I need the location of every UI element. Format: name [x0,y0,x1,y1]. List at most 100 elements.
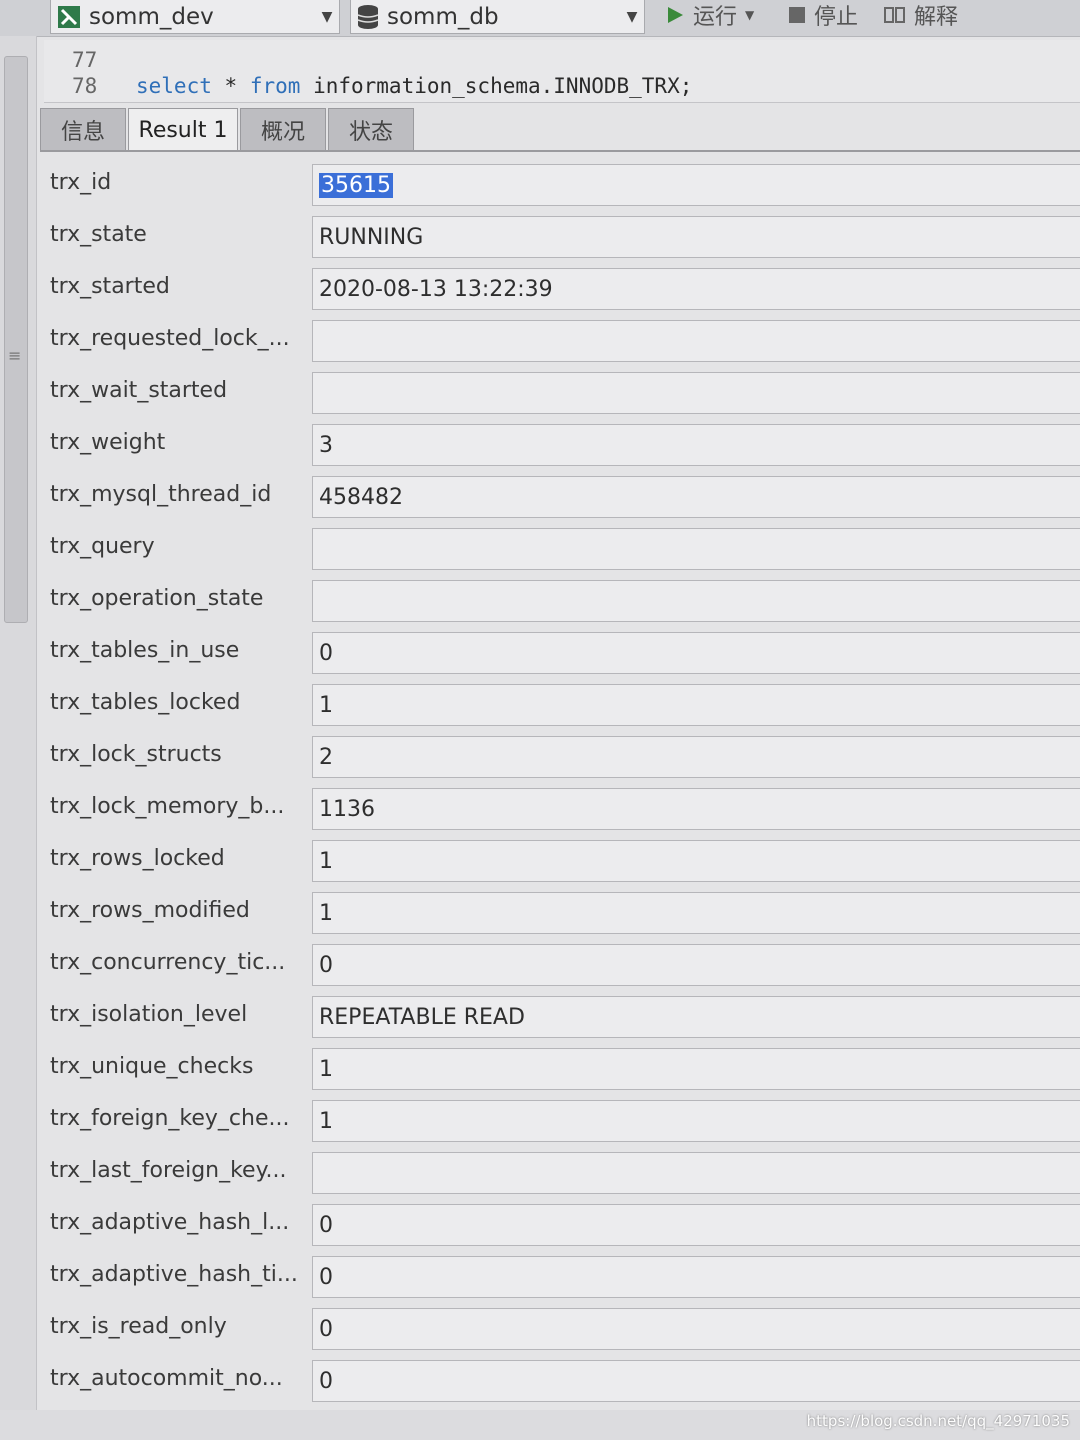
field-value[interactable]: REPEATABLE READ [312,996,1080,1038]
form-row: trx_requested_lock_... [40,314,1080,366]
keyword-select: select [136,74,212,98]
field-value[interactable]: 2 [312,736,1080,778]
field-value[interactable] [312,580,1080,622]
field-label: trx_foreign_key_che... [50,1106,290,1131]
database-select[interactable]: somm_db ▼ [350,0,645,34]
run-button[interactable]: 运行 ▼ [665,0,754,30]
form-row: trx_is_read_only 0 [40,1302,1080,1354]
field-label: trx_id [50,170,112,195]
chevron-down-icon[interactable]: ▼ [745,8,754,22]
field-value[interactable]: 0 [312,944,1080,986]
field-value[interactable]: 3 [312,424,1080,466]
connection-select[interactable]: somm_dev ▼ [50,0,340,34]
form-row: trx_tables_locked 1 [40,678,1080,730]
stop-label: 停止 [814,5,859,30]
form-row: trx_foreign_key_che... 1 [40,1094,1080,1146]
field-value[interactable]: 0 [312,1308,1080,1350]
field-label: trx_requested_lock_... [50,326,290,351]
field-label: trx_wait_started [50,378,228,403]
field-value[interactable]: 1 [312,1100,1080,1142]
field-value[interactable]: 1136 [312,788,1080,830]
form-row: trx_tables_in_use 0 [40,626,1080,678]
field-label: trx_last_foreign_key... [50,1158,287,1183]
database-icon [357,4,379,30]
field-value[interactable]: 1 [312,840,1080,882]
stop-button[interactable]: 停止 [788,0,858,30]
tab-status[interactable]: 状态 [328,108,414,150]
chevron-down-icon: ▼ [321,8,333,25]
field-label: trx_tables_in_use [50,638,240,663]
field-value[interactable]: 0 [312,632,1080,674]
field-value[interactable] [312,372,1080,414]
play-icon [665,5,685,25]
field-value[interactable]: 2020-08-13 13:22:39 [312,268,1080,310]
selected-text: 35615 [319,173,393,198]
explain-button[interactable]: 解释 [884,0,958,30]
field-value[interactable] [312,1152,1080,1194]
field-label: trx_concurrency_tic... [50,950,286,975]
field-label: trx_adaptive_hash_l... [50,1210,290,1235]
keyword-from: from [249,74,301,98]
left-gutter: ≡ [0,36,37,1440]
field-value[interactable]: 1 [312,684,1080,726]
tab-result-1[interactable]: Result 1 [128,108,238,152]
form-row: trx_lock_structs 2 [40,730,1080,782]
field-label: trx_tables_locked [50,690,241,715]
field-label: trx_mysql_thread_id [50,482,272,507]
form-row: trx_adaptive_hash_ti... 0 [40,1250,1080,1302]
field-label: trx_lock_memory_b... [50,794,285,819]
tab-divider [40,150,1080,152]
form-row: trx_lock_memory_b... 1136 [40,782,1080,834]
field-label: trx_query [50,534,155,559]
form-row: trx_operation_state [40,574,1080,626]
result-tabs: 信息 Result 1 概况 状态 [40,108,416,152]
database-name: somm_db [387,3,499,30]
field-value[interactable]: 0 [312,1204,1080,1246]
sql-editor[interactable]: 77 78 select * from information_schema.I… [44,40,1080,103]
field-label: trx_state [50,222,147,247]
field-label: trx_isolation_level [50,1002,248,1027]
tab-overview[interactable]: 概况 [240,108,326,150]
field-label: trx_rows_locked [50,846,225,871]
field-label: trx_is_read_only [50,1314,227,1339]
field-value[interactable]: 0 [312,1256,1080,1298]
form-row: trx_mysql_thread_id 458482 [40,470,1080,522]
field-value[interactable]: 1 [312,1048,1080,1090]
grip-icon[interactable]: ≡ [8,346,21,365]
field-label: trx_adaptive_hash_ti... [50,1262,298,1287]
form-row: trx_wait_started [40,366,1080,418]
field-label: trx_rows_modified [50,898,250,923]
tab-info[interactable]: 信息 [40,108,126,150]
form-row: trx_concurrency_tic... 0 [40,938,1080,990]
form-row: trx_id 35615 [40,158,1080,210]
field-value[interactable]: 35615 [312,164,1080,206]
form-row: trx_adaptive_hash_l... 0 [40,1198,1080,1250]
form-row: trx_last_foreign_key... [40,1146,1080,1198]
connection-icon [57,5,81,29]
connection-name: somm_dev [89,3,214,30]
vertical-scrollbar[interactable] [4,56,28,623]
run-label: 运行 [693,5,738,30]
field-value[interactable]: RUNNING [312,216,1080,258]
sql-statement: select * from information_schema.INNODB_… [136,74,692,98]
stop-icon [788,6,806,24]
form-row: trx_rows_modified 1 [40,886,1080,938]
field-label: trx_started [50,274,170,299]
watermark: https://blog.csdn.net/qq_42971035 [806,1412,1070,1430]
field-value[interactable] [312,320,1080,362]
field-label: trx_operation_state [50,586,264,611]
field-value[interactable]: 458482 [312,476,1080,518]
field-value[interactable]: 1 [312,892,1080,934]
chevron-down-icon: ▼ [626,8,638,25]
field-value[interactable] [312,528,1080,570]
line-number: 78 [72,74,98,98]
explain-label: 解释 [914,5,959,30]
field-label: trx_lock_structs [50,742,222,767]
star-token: * [224,74,238,98]
form-row: trx_state RUNNING [40,210,1080,262]
field-value[interactable]: 0 [312,1360,1080,1402]
form-row: trx_weight 3 [40,418,1080,470]
form-row: trx_query [40,522,1080,574]
form-row: trx_unique_checks 1 [40,1042,1080,1094]
explain-icon [884,5,906,25]
